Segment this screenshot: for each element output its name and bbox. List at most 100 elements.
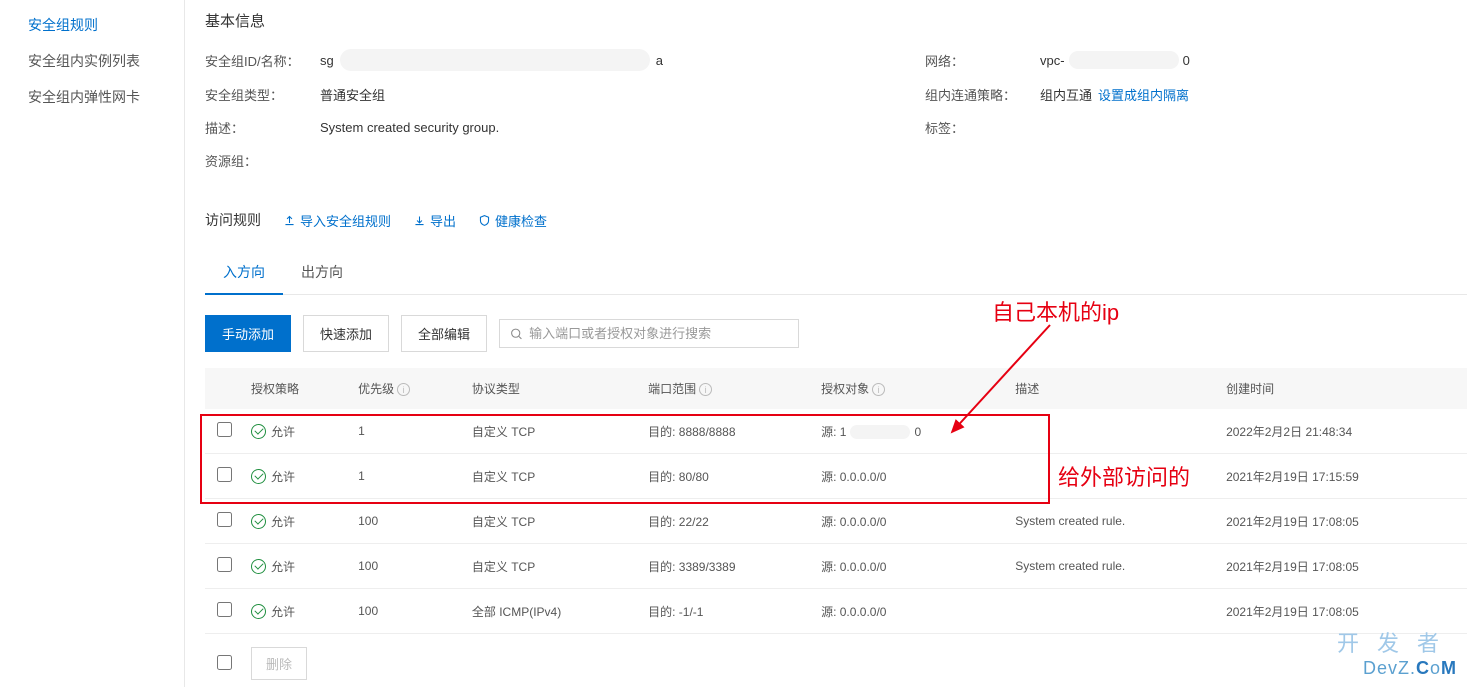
import-rules-link[interactable]: 导入安全组规则 (283, 211, 391, 230)
cell-port: 目的: 22/22 (640, 499, 813, 544)
policy-label: 组内连通策略 (925, 85, 1040, 104)
sidebar-item-instances[interactable]: 安全组内实例列表 (28, 43, 184, 79)
tab-outbound[interactable]: 出方向 (283, 252, 361, 294)
row-checkbox[interactable] (217, 602, 232, 617)
policy-allow: 允许 (251, 468, 295, 485)
direction-tabs: 入方向 出方向 (205, 252, 1467, 295)
rules-toolbar: 访问规则 导入安全组规则 导出 健康检查 (205, 210, 1467, 230)
sg-id-label: 安全组ID/名称 (205, 51, 320, 70)
cell-port: 目的: 80/80 (640, 454, 813, 499)
cell-target: 源: 0.0.0.0/0 (813, 589, 1007, 634)
upload-icon (283, 214, 296, 227)
tags-label: 标签 (925, 118, 1040, 137)
row-checkbox[interactable] (217, 467, 232, 482)
rules-table: 授权策略 优先级i 协议类型 端口范围i 授权对象i 描述 创建时间 允许 1 … (205, 368, 1467, 687)
policy-allow: 允许 (251, 558, 295, 575)
health-check-link[interactable]: 健康检查 (478, 211, 547, 230)
cell-target: 源: 10 (813, 409, 1007, 454)
sidebar: 安全组规则 安全组内实例列表 安全组内弹性网卡 (0, 0, 185, 687)
search-box[interactable] (499, 319, 799, 348)
info-icon[interactable]: i (699, 383, 712, 396)
table-row: 允许 100 全部 ICMP(IPv4) 目的: -1/-1 源: 0.0.0.… (205, 589, 1467, 634)
network-value: vpc-0 (1040, 51, 1190, 69)
policy-value: 组内互通 (1040, 85, 1092, 104)
th-desc: 描述 (1007, 368, 1218, 409)
edit-all-button[interactable]: 全部编辑 (401, 315, 487, 352)
cell-protocol: 全部 ICMP(IPv4) (464, 589, 640, 634)
check-circle-icon (251, 469, 266, 484)
cell-created: 2021年2月19日 17:08:05 (1218, 499, 1467, 544)
th-port: 端口范围i (640, 368, 813, 409)
cell-target: 源: 0.0.0.0/0 (813, 454, 1007, 499)
cell-port: 目的: 3389/3389 (640, 544, 813, 589)
th-target: 授权对象i (813, 368, 1007, 409)
cell-target: 源: 0.0.0.0/0 (813, 499, 1007, 544)
action-bar: 手动添加 快速添加 全部编辑 (205, 315, 1467, 352)
row-checkbox[interactable] (217, 557, 232, 572)
search-input[interactable] (529, 326, 788, 341)
cell-desc (1007, 454, 1218, 499)
th-created: 创建时间 (1218, 368, 1467, 409)
row-checkbox[interactable] (217, 422, 232, 437)
cell-priority: 100 (350, 589, 464, 634)
cell-port: 目的: -1/-1 (640, 589, 813, 634)
th-checkbox (205, 368, 243, 409)
policy-allow: 允许 (251, 423, 295, 440)
cell-priority: 1 (350, 409, 464, 454)
cell-created: 2021年2月19日 17:08:05 (1218, 544, 1467, 589)
cell-desc (1007, 409, 1218, 454)
basic-info-title: 基本信息 (205, 0, 1467, 49)
cell-priority: 1 (350, 454, 464, 499)
quick-add-button[interactable]: 快速添加 (303, 315, 389, 352)
th-policy: 授权策略 (243, 368, 350, 409)
network-label: 网络 (925, 51, 1040, 70)
desc-label: 描述 (205, 118, 320, 137)
cell-desc: System created rule. (1007, 544, 1218, 589)
info-icon[interactable]: i (397, 383, 410, 396)
search-icon (510, 327, 523, 341)
delete-button[interactable]: 删除 (251, 647, 307, 680)
cell-port: 目的: 8888/8888 (640, 409, 813, 454)
th-protocol: 协议类型 (464, 368, 640, 409)
sg-id-value: sga (320, 49, 663, 71)
check-circle-icon (251, 604, 266, 619)
cell-protocol: 自定义 TCP (464, 499, 640, 544)
vpc-redacted (1069, 51, 1179, 69)
cell-created: 2021年2月19日 17:08:05 (1218, 589, 1467, 634)
cell-protocol: 自定义 TCP (464, 409, 640, 454)
export-rules-link[interactable]: 导出 (413, 211, 456, 230)
check-circle-icon (251, 514, 266, 529)
table-row: 允许 100 自定义 TCP 目的: 22/22 源: 0.0.0.0/0 Sy… (205, 499, 1467, 544)
select-all-checkbox[interactable] (217, 655, 232, 670)
cell-priority: 100 (350, 499, 464, 544)
manual-add-button[interactable]: 手动添加 (205, 315, 291, 352)
cell-target: 源: 0.0.0.0/0 (813, 544, 1007, 589)
tab-inbound[interactable]: 入方向 (205, 252, 283, 294)
resource-label: 资源组 (205, 151, 320, 170)
th-priority: 优先级i (350, 368, 464, 409)
sg-id-redacted (340, 49, 650, 71)
cell-created: 2021年2月19日 17:15:59 (1218, 454, 1467, 499)
policy-allow: 允许 (251, 603, 295, 620)
check-circle-icon (251, 424, 266, 439)
info-icon[interactable]: i (872, 383, 885, 396)
cell-priority: 100 (350, 544, 464, 589)
check-circle-icon (251, 559, 266, 574)
cell-protocol: 自定义 TCP (464, 454, 640, 499)
download-icon (413, 214, 426, 227)
cell-protocol: 自定义 TCP (464, 544, 640, 589)
table-row: 允许 1 自定义 TCP 目的: 8888/8888 源: 10 2022年2月… (205, 409, 1467, 454)
basic-info-grid: 安全组ID/名称 sga 网络 vpc-0 安全组类型 普通安全组 组内连通策略… (205, 49, 1467, 170)
shield-icon (478, 214, 491, 227)
sidebar-item-rules[interactable]: 安全组规则 (28, 7, 184, 43)
policy-link[interactable]: 设置成组内隔离 (1098, 85, 1189, 104)
policy-allow: 允许 (251, 513, 295, 530)
table-row: 允许 100 自定义 TCP 目的: 3389/3389 源: 0.0.0.0/… (205, 544, 1467, 589)
row-checkbox[interactable] (217, 512, 232, 527)
cell-desc (1007, 589, 1218, 634)
rules-title: 访问规则 (205, 210, 261, 230)
table-row: 允许 1 自定义 TCP 目的: 80/80 源: 0.0.0.0/0 2021… (205, 454, 1467, 499)
sidebar-item-eni[interactable]: 安全组内弹性网卡 (28, 79, 184, 115)
type-label: 安全组类型 (205, 85, 320, 104)
type-value: 普通安全组 (320, 85, 385, 104)
